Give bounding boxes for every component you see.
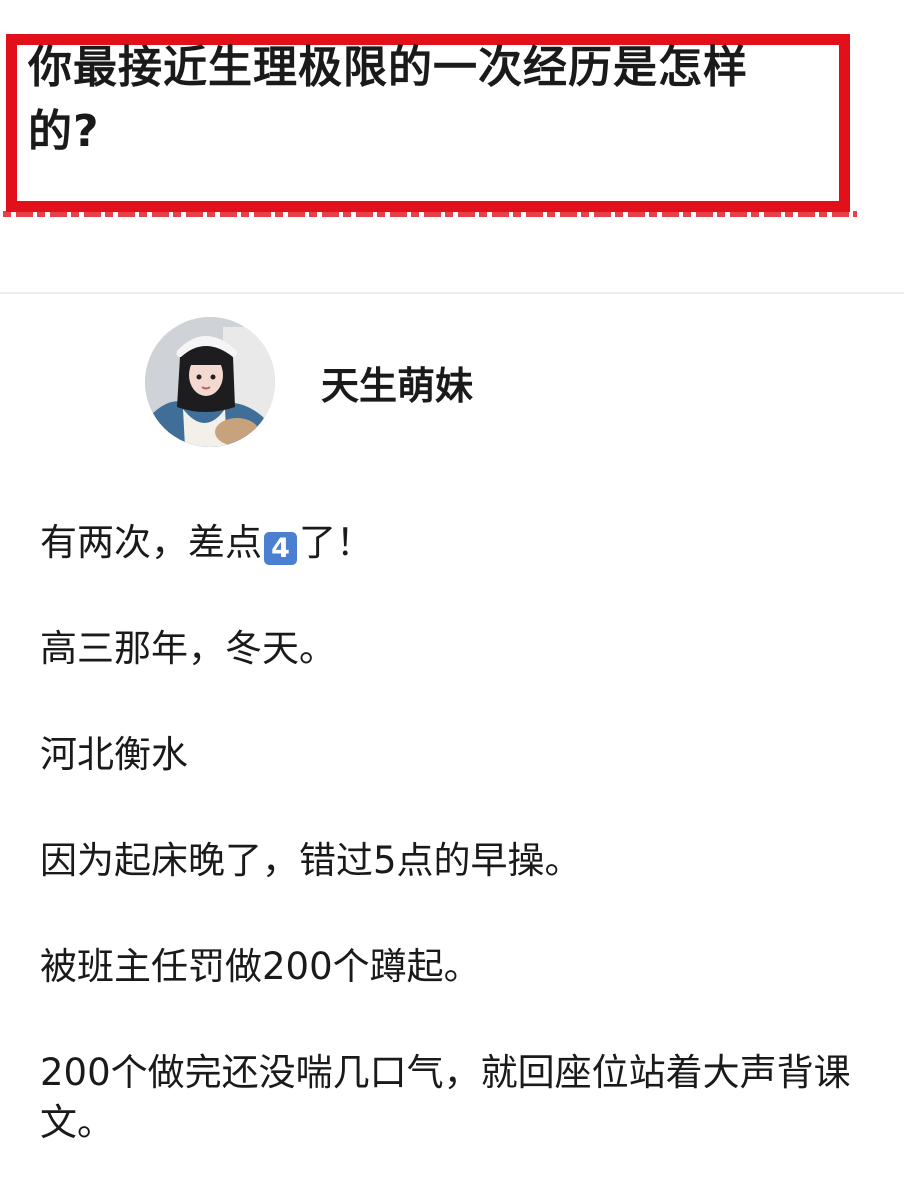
answer-paragraph-3: 河北衡水 <box>40 733 188 776</box>
answer-paragraph-1: 有两次，差点 4 了！ <box>40 518 860 568</box>
answer-paragraph-5: 被班主任罚做200个蹲起。 <box>40 945 481 988</box>
answer-paragraph-4: 因为起床晚了，错过5点的早操。 <box>40 839 582 882</box>
answer-text: 有两次，差点 <box>40 521 262 564</box>
author-row[interactable]: 天生萌妹 <box>145 317 473 447</box>
answer-text: 了！ <box>299 521 373 564</box>
answer-paragraph-6: 200个做完还没喘几口气，就回座位站着大声背课文。 <box>40 1051 851 1144</box>
author-name[interactable]: 天生萌妹 <box>321 355 473 410</box>
question-title[interactable]: 你最接近生理极限的一次经历是怎样的? <box>28 36 808 164</box>
answer-content: 有两次，差点 4 了！ 高三那年，冬天。 河北衡水 因为起床晚了，错过5点的早操。 … <box>40 518 860 1204</box>
avatar[interactable] <box>145 317 275 447</box>
answer-paragraph-2: 高三那年，冬天。 <box>40 627 336 670</box>
keycap-four-icon: 4 <box>264 532 297 565</box>
divider <box>0 292 904 294</box>
avatar-photo-icon <box>145 317 275 447</box>
